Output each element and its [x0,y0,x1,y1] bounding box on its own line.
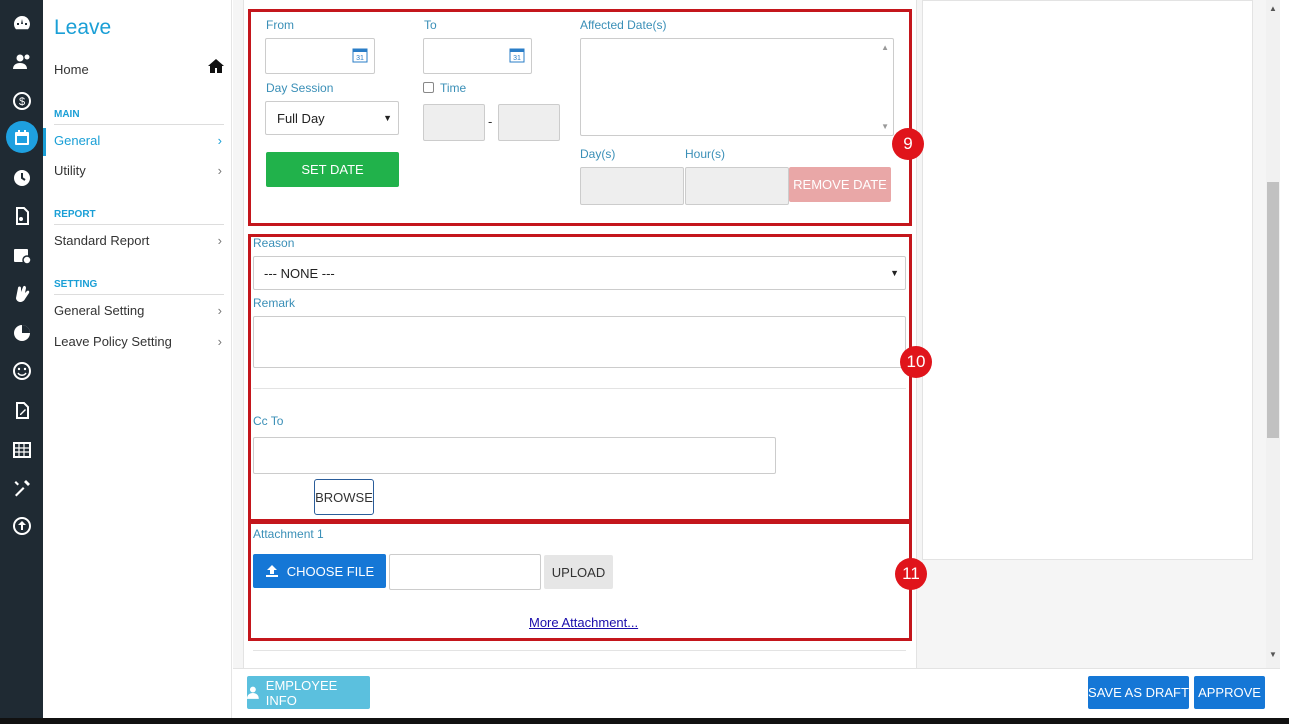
smiley-icon[interactable] [10,359,34,383]
sidebar-item-standard-report[interactable]: Standard Report › [54,230,224,252]
divider [253,650,906,651]
sidebar-item-label: Leave Policy Setting [54,334,172,349]
sidebar-item-home[interactable]: Home [54,59,224,81]
users-icon[interactable] [10,50,34,74]
highlight-box-11 [248,521,912,641]
employee-info-button[interactable]: EMPLOYEE INFO [247,676,370,709]
dollar-icon[interactable]: $ [10,89,34,113]
icon-rail: $ [0,0,43,724]
sidebar-item-utility[interactable]: Utility › [54,160,224,182]
section-main: MAIN [54,109,80,120]
scroll-up-icon[interactable]: ▲ [1269,4,1277,13]
chevron-right-icon: › [217,334,222,349]
sidebar-item-label: Home [54,62,89,77]
user-icon [247,686,259,699]
sidebar-item-general[interactable]: General › [54,130,224,152]
home-icon [208,58,224,81]
upload-icon[interactable] [10,514,34,538]
employee-info-label: EMPLOYEE INFO [265,677,338,708]
document-icon[interactable] [10,204,34,228]
chevron-right-icon: › [217,133,222,148]
file-edit-icon[interactable] [10,398,34,422]
highlight-box-9 [248,9,912,226]
active-indicator [43,128,46,156]
highlight-box-10 [248,234,912,522]
dashboard-icon[interactable] [10,12,34,36]
nav-sidebar: Leave Home MAIN General › Utility › REPO… [43,0,232,724]
sidebar-item-leave-policy-setting[interactable]: Leave Policy Setting › [54,331,224,353]
callout-badge-9: 9 [892,128,924,160]
chevron-right-icon: › [217,303,222,318]
app-title: Leave [54,16,112,39]
approve-button[interactable]: APPROVE [1194,676,1265,709]
callout-badge-11: 11 [895,558,927,590]
section-setting: SETTING [54,279,98,290]
calendar-icon[interactable] [10,126,34,150]
callout-badge-10: 10 [900,346,932,378]
svg-text:$: $ [19,96,25,108]
divider [54,124,224,125]
sidebar-item-label: General [54,133,101,148]
calendar-check-icon[interactable] [10,243,34,267]
sidebar-item-general-setting[interactable]: General Setting › [54,300,224,322]
chevron-right-icon: › [217,233,222,248]
side-panel [922,0,1253,560]
divider [54,224,224,225]
table-icon[interactable] [10,438,34,462]
scrollbar-thumb[interactable] [1267,182,1279,438]
hand-icon[interactable] [10,282,34,306]
section-report: REPORT [54,209,96,220]
sidebar-item-label: Utility [54,163,86,178]
pie-chart-icon[interactable] [10,321,34,345]
clock-icon[interactable] [10,166,34,190]
save-as-draft-button[interactable]: SAVE AS DRAFT [1088,676,1189,709]
scroll-down-icon[interactable]: ▼ [1269,650,1277,659]
scrollbar[interactable]: ▲ ▼ [1266,0,1280,668]
tools-icon[interactable] [10,476,34,500]
chevron-right-icon: › [217,163,222,178]
sidebar-item-label: General Setting [54,303,145,318]
sidebar-item-label: Standard Report [54,233,150,248]
bottom-edge [0,718,1289,724]
divider [54,294,224,295]
